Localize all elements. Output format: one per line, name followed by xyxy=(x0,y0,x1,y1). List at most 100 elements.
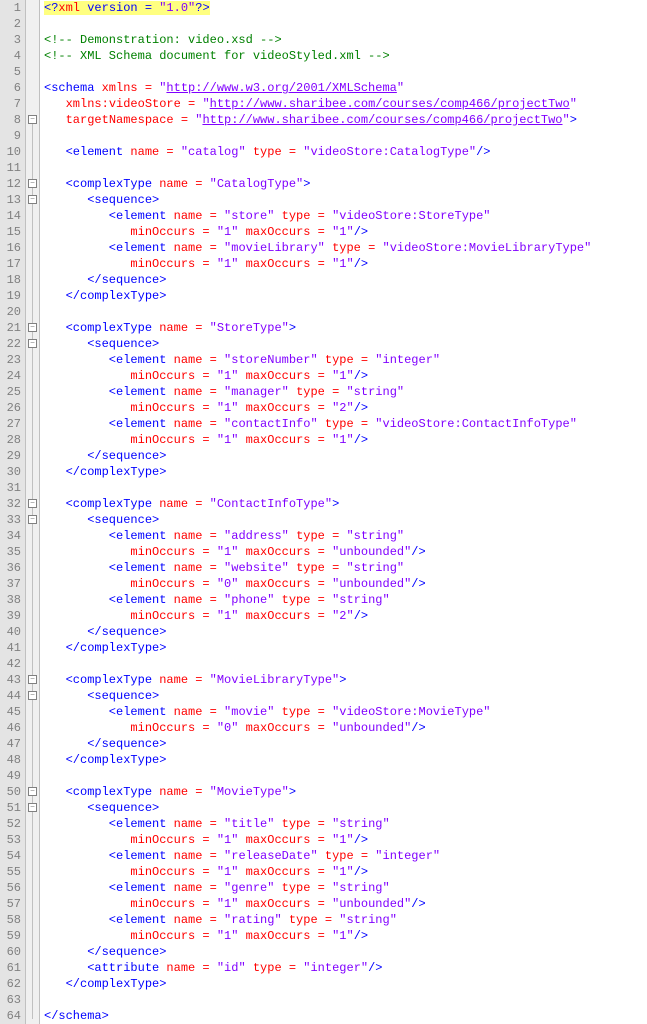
code-line[interactable]: <element name = "store" type = "videoSto… xyxy=(44,208,591,224)
syntax-token: "videoStore:CatalogType" xyxy=(303,145,476,159)
code-line[interactable]: </schema> xyxy=(44,1008,591,1024)
code-line[interactable]: minOccurs = "1" maxOccurs = "unbounded"/… xyxy=(44,896,591,912)
code-line[interactable]: </complexType> xyxy=(44,752,591,768)
syntax-token: "genre" xyxy=(224,881,282,895)
fold-toggle-icon[interactable]: − xyxy=(28,691,37,700)
fold-toggle-icon[interactable]: − xyxy=(28,515,37,524)
code-line[interactable]: </complexType> xyxy=(44,288,591,304)
fold-toggle-icon[interactable]: − xyxy=(28,323,37,332)
code-line[interactable]: <schema xmlns = "http://www.w3.org/2001/… xyxy=(44,80,591,96)
syntax-token: "2" xyxy=(332,609,354,623)
code-line[interactable]: <sequence> xyxy=(44,512,591,528)
syntax-token: "integer" xyxy=(375,353,440,367)
code-line[interactable]: <element name = "releaseDate" type = "in… xyxy=(44,848,591,864)
code-line[interactable]: minOccurs = "0" maxOccurs = "unbounded"/… xyxy=(44,576,591,592)
code-line[interactable]: <attribute name = "id" type = "integer"/… xyxy=(44,960,591,976)
code-line[interactable] xyxy=(44,656,591,672)
code-line[interactable]: minOccurs = "1" maxOccurs = "1"/> xyxy=(44,256,591,272)
code-line[interactable]: </complexType> xyxy=(44,640,591,656)
code-line[interactable]: minOccurs = "1" maxOccurs = "1"/> xyxy=(44,864,591,880)
code-line[interactable]: <complexType name = "StoreType"> xyxy=(44,320,591,336)
code-line[interactable] xyxy=(44,304,591,320)
code-line[interactable]: <element name = "storeNumber" type = "in… xyxy=(44,352,591,368)
code-line[interactable]: <element name = "address" type = "string… xyxy=(44,528,591,544)
code-line[interactable]: </sequence> xyxy=(44,736,591,752)
code-line[interactable]: <complexType name = "MovieLibraryType"> xyxy=(44,672,591,688)
fold-toggle-icon[interactable]: − xyxy=(28,339,37,348)
code-line[interactable]: <element name = "title" type = "string" xyxy=(44,816,591,832)
fold-toggle-icon[interactable]: − xyxy=(28,787,37,796)
syntax-token: type = xyxy=(282,817,332,831)
code-line[interactable]: xmlns:videoStore = "http://www.sharibee.… xyxy=(44,96,591,112)
code-line[interactable]: <element name = "movie" type = "videoSto… xyxy=(44,704,591,720)
line-number: 17 xyxy=(2,256,21,272)
code-line[interactable]: minOccurs = "1" maxOccurs = "2"/> xyxy=(44,608,591,624)
code-line[interactable] xyxy=(44,128,591,144)
syntax-token: "2" xyxy=(332,401,354,415)
code-line[interactable]: minOccurs = "1" maxOccurs = "1"/> xyxy=(44,928,591,944)
fold-gutter[interactable]: − − − − − − − − − − − xyxy=(26,0,40,1024)
syntax-token: </sequence> xyxy=(44,945,166,959)
syntax-token: "1" xyxy=(217,833,246,847)
fold-toggle-icon[interactable]: − xyxy=(28,115,37,124)
code-line[interactable] xyxy=(44,64,591,80)
code-line[interactable]: <!-- Demonstration: video.xsd --> xyxy=(44,32,591,48)
code-line[interactable]: <?xml version = "1.0"?> xyxy=(44,0,591,16)
code-line[interactable]: <sequence> xyxy=(44,800,591,816)
syntax-token: "storeNumber" xyxy=(224,353,325,367)
code-line[interactable]: <sequence> xyxy=(44,688,591,704)
code-line[interactable]: targetNamespace = "http://www.sharibee.c… xyxy=(44,112,591,128)
code-line[interactable]: <complexType name = "CatalogType"> xyxy=(44,176,591,192)
code-line[interactable]: </sequence> xyxy=(44,448,591,464)
code-line[interactable]: <sequence> xyxy=(44,336,591,352)
code-line[interactable] xyxy=(44,480,591,496)
syntax-token xyxy=(44,369,130,383)
fold-toggle-icon[interactable]: − xyxy=(28,675,37,684)
syntax-token: </complexType> xyxy=(44,977,166,991)
code-line[interactable]: minOccurs = "1" maxOccurs = "1"/> xyxy=(44,432,591,448)
code-line[interactable]: <complexType name = "ContactInfoType"> xyxy=(44,496,591,512)
fold-toggle-icon[interactable]: − xyxy=(28,179,37,188)
code-line[interactable]: </sequence> xyxy=(44,944,591,960)
code-line[interactable]: minOccurs = "0" maxOccurs = "unbounded"/… xyxy=(44,720,591,736)
code-line[interactable]: <complexType name = "MovieType"> xyxy=(44,784,591,800)
code-line[interactable] xyxy=(44,768,591,784)
code-line[interactable]: minOccurs = "1" maxOccurs = "2"/> xyxy=(44,400,591,416)
code-line[interactable]: <element name = "manager" type = "string… xyxy=(44,384,591,400)
syntax-token: "catalog" xyxy=(181,145,253,159)
code-line[interactable]: <element name = "rating" type = "string" xyxy=(44,912,591,928)
code-line[interactable]: <element name = "catalog" type = "videoS… xyxy=(44,144,591,160)
code-line[interactable]: <element name = "movieLibrary" type = "v… xyxy=(44,240,591,256)
code-line[interactable]: minOccurs = "1" maxOccurs = "unbounded"/… xyxy=(44,544,591,560)
code-line[interactable] xyxy=(44,16,591,32)
code-line[interactable]: <element name = "phone" type = "string" xyxy=(44,592,591,608)
code-line[interactable]: </sequence> xyxy=(44,624,591,640)
code-line[interactable]: minOccurs = "1" maxOccurs = "1"/> xyxy=(44,368,591,384)
code-line[interactable]: minOccurs = "1" maxOccurs = "1"/> xyxy=(44,832,591,848)
code-line[interactable]: <element name = "website" type = "string… xyxy=(44,560,591,576)
code-line[interactable]: <sequence> xyxy=(44,192,591,208)
line-number: 11 xyxy=(2,160,21,176)
syntax-token: <!-- Demonstration: video.xsd --> xyxy=(44,33,282,47)
fold-toggle-icon[interactable]: − xyxy=(28,803,37,812)
syntax-token: "id" xyxy=(217,961,253,975)
code-line[interactable]: minOccurs = "1" maxOccurs = "1"/> xyxy=(44,224,591,240)
fold-toggle-icon[interactable]: − xyxy=(28,195,37,204)
code-line[interactable] xyxy=(44,160,591,176)
code-line[interactable]: </sequence> xyxy=(44,272,591,288)
code-line[interactable] xyxy=(44,992,591,1008)
syntax-token: <sequence> xyxy=(44,337,159,351)
syntax-token: minOccurs = xyxy=(130,609,216,623)
line-number: 50 xyxy=(2,784,21,800)
code-line[interactable]: <!-- XML Schema document for videoStyled… xyxy=(44,48,591,64)
code-line[interactable]: <element name = "contactInfo" type = "vi… xyxy=(44,416,591,432)
syntax-token: </sequence> xyxy=(44,449,166,463)
syntax-token: <complexType xyxy=(44,673,159,687)
syntax-token: type = xyxy=(325,417,375,431)
fold-toggle-icon[interactable]: − xyxy=(28,499,37,508)
code-line[interactable]: </complexType> xyxy=(44,976,591,992)
code-line[interactable]: <element name = "genre" type = "string" xyxy=(44,880,591,896)
code-line[interactable]: </complexType> xyxy=(44,464,591,480)
code-editor-content[interactable]: <?xml version = "1.0"?> <!-- Demonstrati… xyxy=(40,0,591,1024)
syntax-token xyxy=(44,833,130,847)
